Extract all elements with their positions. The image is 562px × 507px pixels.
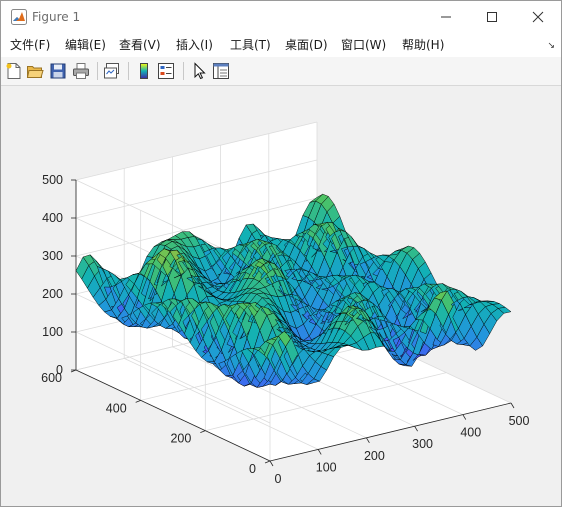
- maximize-icon: [487, 12, 497, 22]
- z-tick-label: 300: [42, 249, 63, 263]
- menu-insert[interactable]: 插入(I): [176, 38, 213, 52]
- x-tick-mark: [317, 449, 322, 455]
- y-tick-mark: [264, 460, 271, 464]
- link-plot-icon[interactable]: [103, 62, 121, 80]
- save-icon[interactable]: [49, 62, 67, 80]
- property-inspector-icon[interactable]: [212, 62, 230, 80]
- y-tick-label: 400: [106, 401, 127, 415]
- open-file-icon[interactable]: [26, 62, 44, 80]
- z-tick-label: 400: [42, 211, 63, 225]
- matlab-icon: [11, 9, 27, 25]
- figure-window: Figure 1 文件(F) 编辑(E) 查看(V) 插入(I) 工具(T) 桌…: [0, 0, 562, 507]
- x-tick-label: 500: [509, 414, 530, 428]
- y-tick-mark: [135, 399, 141, 403]
- toolbar-separator: [97, 62, 98, 80]
- toolbar-separator: [128, 62, 129, 80]
- z-tick-label: 200: [42, 287, 63, 301]
- x-tick-label: 300: [412, 437, 433, 451]
- y-tick-label: 200: [170, 432, 191, 446]
- menu-view[interactable]: 查看(V): [119, 38, 161, 52]
- print-icon[interactable]: [72, 62, 90, 80]
- x-tick-label: 100: [316, 460, 337, 474]
- menu-help[interactable]: 帮助(H): [402, 38, 444, 52]
- toolbar-separator: [183, 62, 184, 80]
- pointer-icon[interactable]: [190, 62, 208, 80]
- y-tick-mark: [200, 430, 206, 434]
- close-icon: [532, 11, 544, 23]
- x-tick-mark: [269, 460, 274, 467]
- x-tick-label: 0: [275, 472, 282, 486]
- insert-legend-icon[interactable]: [157, 62, 175, 80]
- minimize-icon: [441, 16, 451, 18]
- z-tick-label: 100: [42, 325, 63, 339]
- window-title: Figure 1: [32, 10, 81, 24]
- x-tick-label: 400: [460, 426, 481, 440]
- new-figure-icon[interactable]: [5, 62, 23, 80]
- toolbar: [1, 57, 561, 86]
- x-tick-mark: [414, 425, 418, 432]
- insert-colorbar-icon[interactable]: [135, 62, 153, 80]
- title-bar: Figure 1: [1, 1, 561, 33]
- close-button[interactable]: [515, 1, 561, 33]
- menu-bar: 文件(F) 编辑(E) 查看(V) 插入(I) 工具(T) 桌面(D) 窗口(W…: [1, 33, 561, 57]
- x-tick-label: 200: [364, 449, 385, 463]
- maximize-button[interactable]: [469, 1, 515, 33]
- menu-edit[interactable]: 编辑(E): [65, 38, 106, 52]
- surface-plot[interactable]: 0100200300400500020040060001002003004005…: [1, 86, 561, 506]
- menu-file[interactable]: 文件(F): [10, 38, 50, 52]
- dock-arrow-icon[interactable]: ↘: [547, 41, 555, 51]
- x-tick-mark: [462, 414, 467, 420]
- figure-canvas[interactable]: 0 100 200 300 400 500 0 200 400 600 0 100 200 300 400 5…: [1, 86, 561, 506]
- x-tick-mark: [366, 437, 370, 444]
- menu-tools[interactable]: 工具(T): [230, 38, 271, 52]
- menu-window[interactable]: 窗口(W): [341, 38, 386, 52]
- z-tick-label: 500: [42, 173, 63, 187]
- z-tick-label: 0: [56, 363, 63, 377]
- x-tick-mark: [510, 402, 515, 409]
- y-tick-label: 0: [249, 462, 256, 476]
- minimize-button[interactable]: [423, 1, 469, 33]
- menu-desktop[interactable]: 桌面(D): [285, 38, 328, 52]
